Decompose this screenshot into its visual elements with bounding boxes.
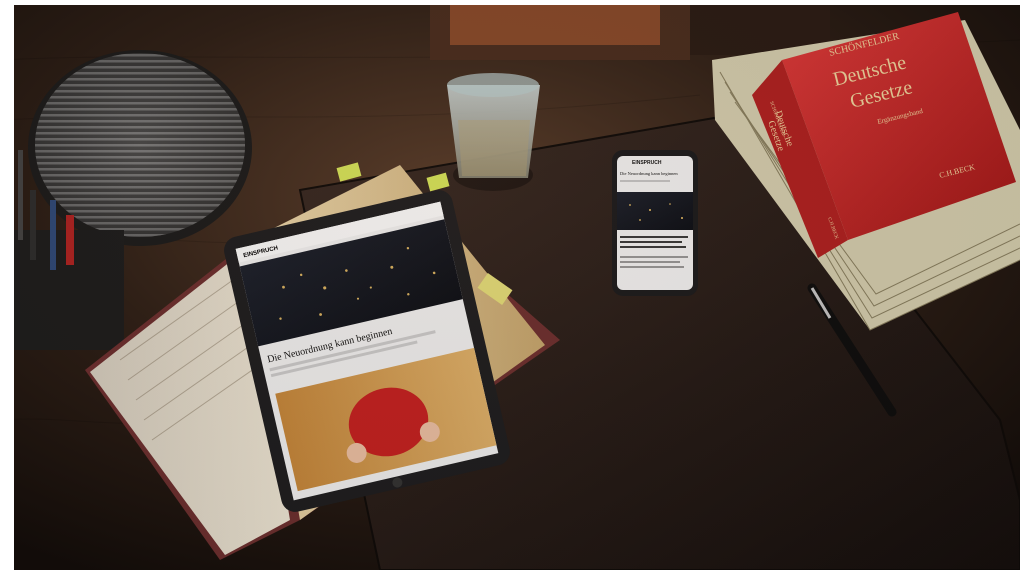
photo-stage: EINSPRUCH Die Neuordnung kann beginnen E… xyxy=(0,0,1020,570)
vignette xyxy=(0,0,1020,570)
left-margin xyxy=(0,0,14,570)
desk-photo: EINSPRUCH Die Neuordnung kann beginnen E… xyxy=(0,0,1020,570)
top-margin xyxy=(0,0,1020,5)
